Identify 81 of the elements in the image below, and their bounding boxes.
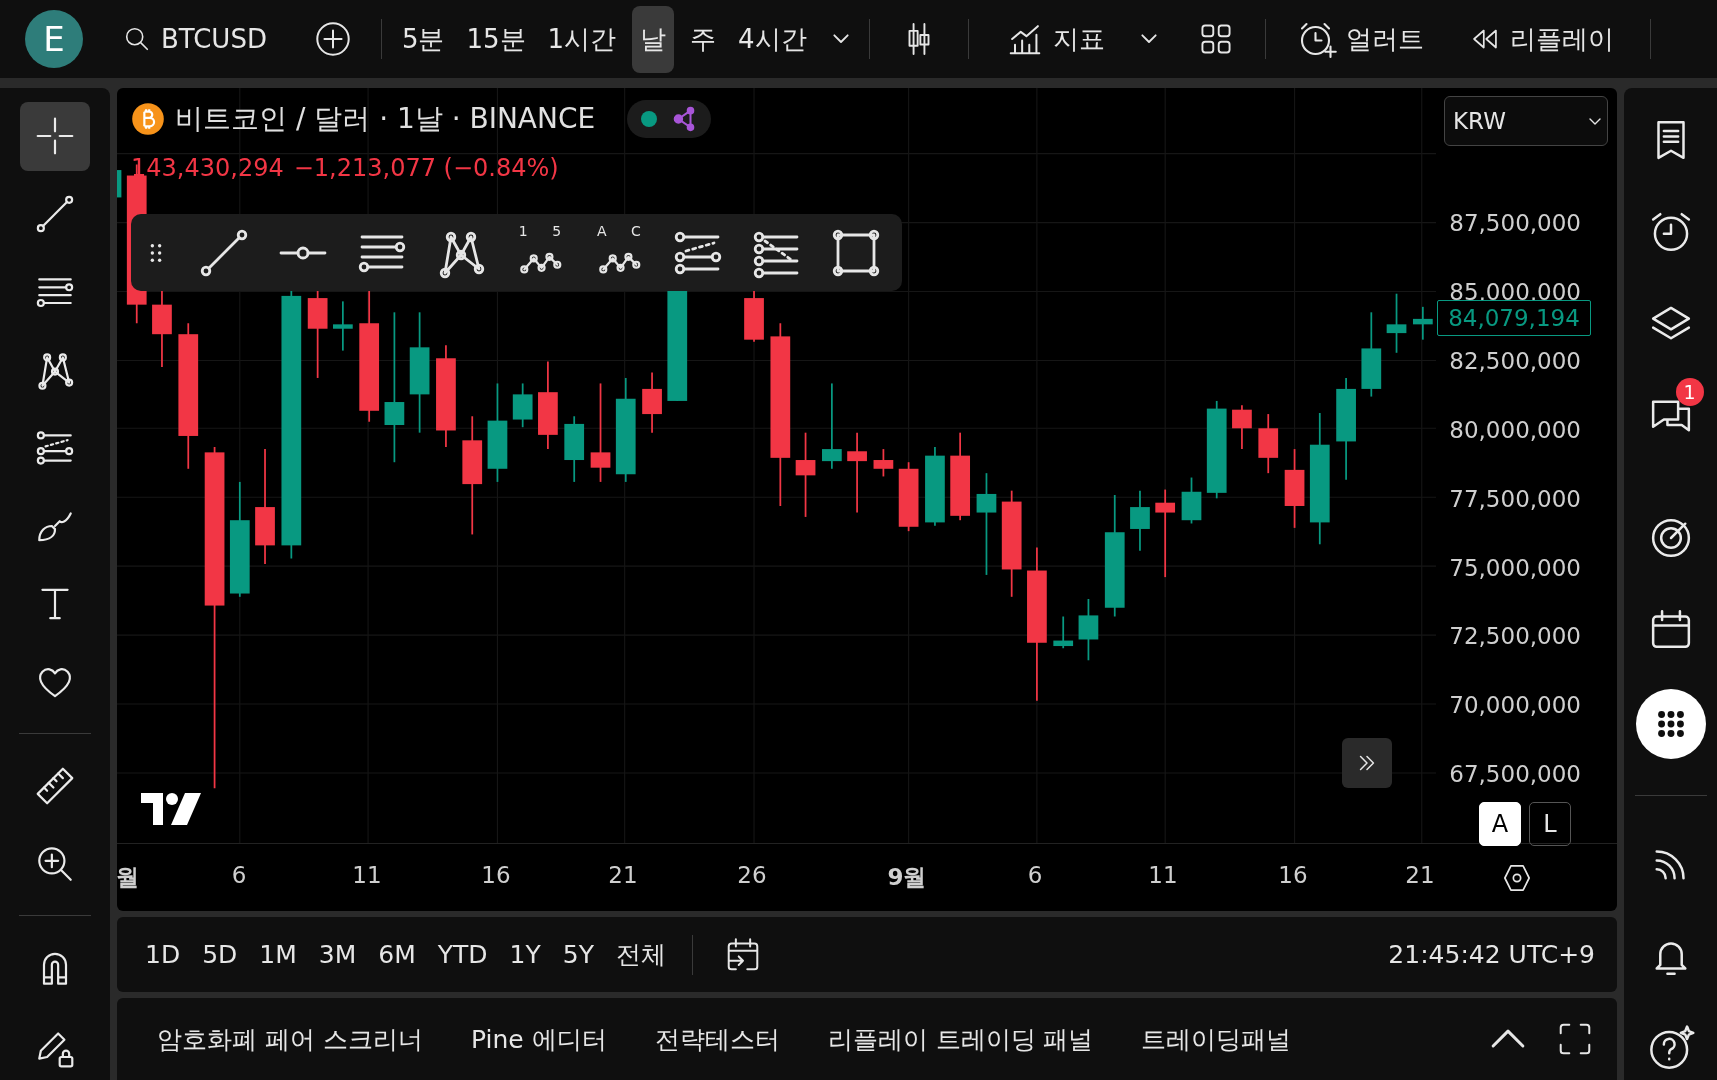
price-tick: 72,500,000 bbox=[1449, 622, 1581, 651]
indicators-button[interactable]: 지표 bbox=[998, 15, 1111, 63]
interval-tab[interactable]: 1시간 bbox=[541, 17, 623, 61]
scroll-to-latest-button[interactable] bbox=[1342, 738, 1392, 788]
interval-tab[interactable]: 4시간 bbox=[732, 17, 813, 61]
time-tick: 11 bbox=[352, 862, 382, 888]
range-button[interactable]: 1D bbox=[137, 936, 189, 973]
range-button[interactable]: 3M bbox=[310, 936, 365, 973]
notification-badge: 1 bbox=[1675, 377, 1704, 406]
current-price-label: 84,079,194 bbox=[1437, 300, 1591, 336]
price-change: −1,213,077 (−0.84%) bbox=[293, 154, 559, 182]
time-tick: 16 bbox=[1278, 862, 1308, 888]
interval-tab[interactable]: 주 bbox=[684, 17, 723, 61]
time-tick: 6 bbox=[231, 862, 247, 888]
time-tick: 21 bbox=[608, 862, 638, 888]
wave-tool-button[interactable]: 1 5 bbox=[512, 223, 568, 282]
candle bbox=[873, 448, 894, 478]
candle bbox=[1413, 305, 1433, 341]
candle bbox=[333, 300, 353, 352]
alert-button[interactable]: 얼러트 bbox=[1289, 14, 1430, 64]
time-tick: 11 bbox=[1148, 862, 1178, 888]
candle bbox=[1053, 615, 1074, 650]
panel-tab[interactable]: 트레이딩패널 bbox=[1131, 1016, 1302, 1062]
price-tick: 67,500,000 bbox=[1449, 760, 1581, 789]
tool-button[interactable] bbox=[20, 102, 90, 171]
candle bbox=[642, 371, 662, 434]
range-button[interactable]: 5D bbox=[194, 936, 246, 973]
last-price: 143,430,294 bbox=[131, 154, 284, 182]
user-avatar[interactable]: E bbox=[25, 10, 83, 68]
wave-tool-button[interactable]: A C bbox=[591, 223, 647, 282]
range-button[interactable]: 전체 bbox=[607, 934, 674, 975]
candle bbox=[1258, 413, 1279, 475]
scale-button[interactable]: A bbox=[1479, 802, 1521, 846]
time-tick: 9월 bbox=[887, 863, 927, 892]
range-button[interactable]: 5Y bbox=[554, 936, 602, 973]
symbol-title: 비트코인 / 달러 · 1날 · BINANCE bbox=[175, 101, 596, 137]
candle bbox=[117, 170, 122, 198]
time-tick: 6 bbox=[1027, 862, 1043, 888]
price-tick: 82,500,000 bbox=[1449, 346, 1581, 375]
range-button[interactable]: 1Y bbox=[501, 936, 549, 973]
candle bbox=[1078, 598, 1099, 662]
panel-tab[interactable]: 암호화폐 페어 스크리너 bbox=[147, 1016, 433, 1062]
candle bbox=[1232, 404, 1252, 450]
chevron-down-icon[interactable] bbox=[832, 34, 849, 44]
candle bbox=[1130, 489, 1150, 552]
status-dot bbox=[641, 111, 658, 127]
chevron-down-icon[interactable] bbox=[1140, 34, 1157, 44]
time-tick: 21 bbox=[1405, 862, 1435, 888]
time-tick: 26 bbox=[737, 862, 767, 888]
chevron-up-icon[interactable] bbox=[1491, 1029, 1525, 1049]
candle bbox=[744, 289, 764, 343]
currency-select[interactable]: KRW bbox=[1444, 96, 1608, 146]
interval-tab[interactable]: 5분 bbox=[395, 17, 451, 61]
range-button[interactable]: 6M bbox=[370, 936, 424, 973]
price-tick: 75,000,000 bbox=[1449, 553, 1581, 582]
interval-tab[interactable]: 날 bbox=[632, 5, 675, 73]
symbol-search-button[interactable]: BTCUSD bbox=[115, 19, 273, 59]
panel-tab[interactable]: 리플레이 트레이딩 패널 bbox=[817, 1016, 1104, 1062]
clock: 21:45:42 UTC+9 bbox=[1388, 940, 1595, 969]
candle bbox=[564, 415, 585, 483]
time-tick: 16 bbox=[481, 862, 511, 888]
price-tick: 80,000,000 bbox=[1449, 415, 1581, 444]
logo-icon bbox=[139, 791, 203, 827]
replay-button[interactable]: 리플레이 bbox=[1461, 17, 1620, 61]
panel-tab[interactable]: 전략테스터 bbox=[644, 1016, 790, 1062]
candle bbox=[898, 461, 919, 533]
time-tick: 월 bbox=[117, 863, 139, 892]
chevron-down-icon bbox=[1589, 117, 1601, 125]
range-button[interactable]: 1M bbox=[251, 936, 305, 973]
price-tick: 70,000,000 bbox=[1449, 691, 1581, 720]
price-tick: 77,500,000 bbox=[1449, 484, 1581, 513]
candle bbox=[1386, 292, 1407, 354]
panel-tab[interactable]: Pine 에디터 bbox=[460, 1016, 617, 1062]
bitcoin-icon bbox=[131, 102, 165, 136]
price-tick: 87,500,000 bbox=[1449, 209, 1581, 237]
candle bbox=[512, 382, 533, 429]
candle bbox=[1181, 476, 1202, 525]
scale-button[interactable]: L bbox=[1529, 802, 1571, 846]
status-pill[interactable] bbox=[627, 100, 712, 138]
interval-tab[interactable]: 15분 bbox=[460, 17, 532, 61]
range-button[interactable]: YTD bbox=[429, 936, 496, 973]
